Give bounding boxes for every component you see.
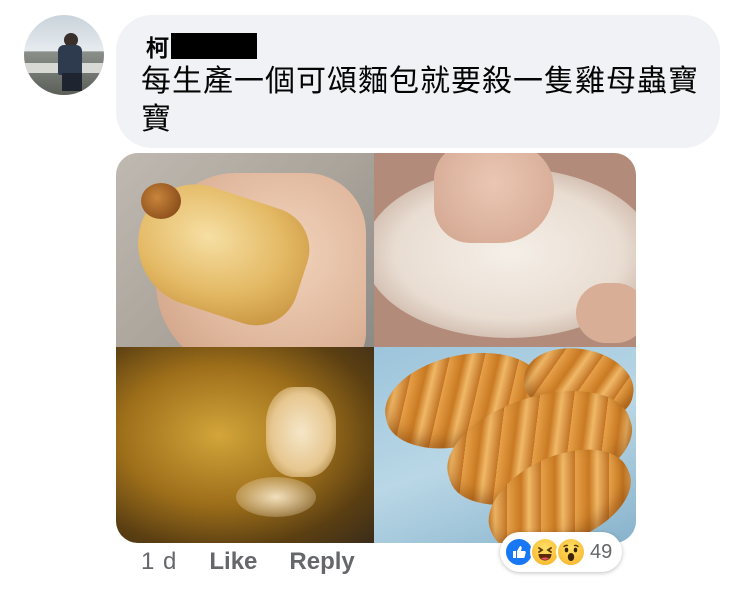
reply-button[interactable]: Reply	[289, 548, 354, 576]
comment-bubble: 柯 每生產一個可頌麵包就要殺一隻雞母蟲寶寶	[116, 15, 720, 148]
author-row: 柯	[146, 29, 257, 63]
commenter-avatar[interactable]	[24, 15, 104, 95]
photo-flour-bowl[interactable]	[374, 153, 636, 347]
like-button[interactable]: Like	[209, 548, 257, 576]
comment-timestamp[interactable]: 1 d	[141, 548, 177, 576]
photo-oil-pan[interactable]	[116, 347, 374, 543]
photo-grub-in-hand[interactable]	[116, 153, 374, 347]
reaction-count: 49	[590, 540, 613, 563]
wow-icon	[556, 537, 586, 567]
author-name[interactable]: 柯	[146, 29, 169, 63]
reaction-summary[interactable]: 49	[500, 532, 623, 572]
attached-photo-grid[interactable]	[116, 153, 636, 543]
redaction-bar	[171, 33, 257, 59]
comment-actions: 1 d Like Reply	[141, 545, 355, 579]
photo-croissants[interactable]	[374, 347, 636, 543]
comment-text: 每生產一個可頌麵包就要殺一隻雞母蟲寶寶	[141, 65, 699, 136]
